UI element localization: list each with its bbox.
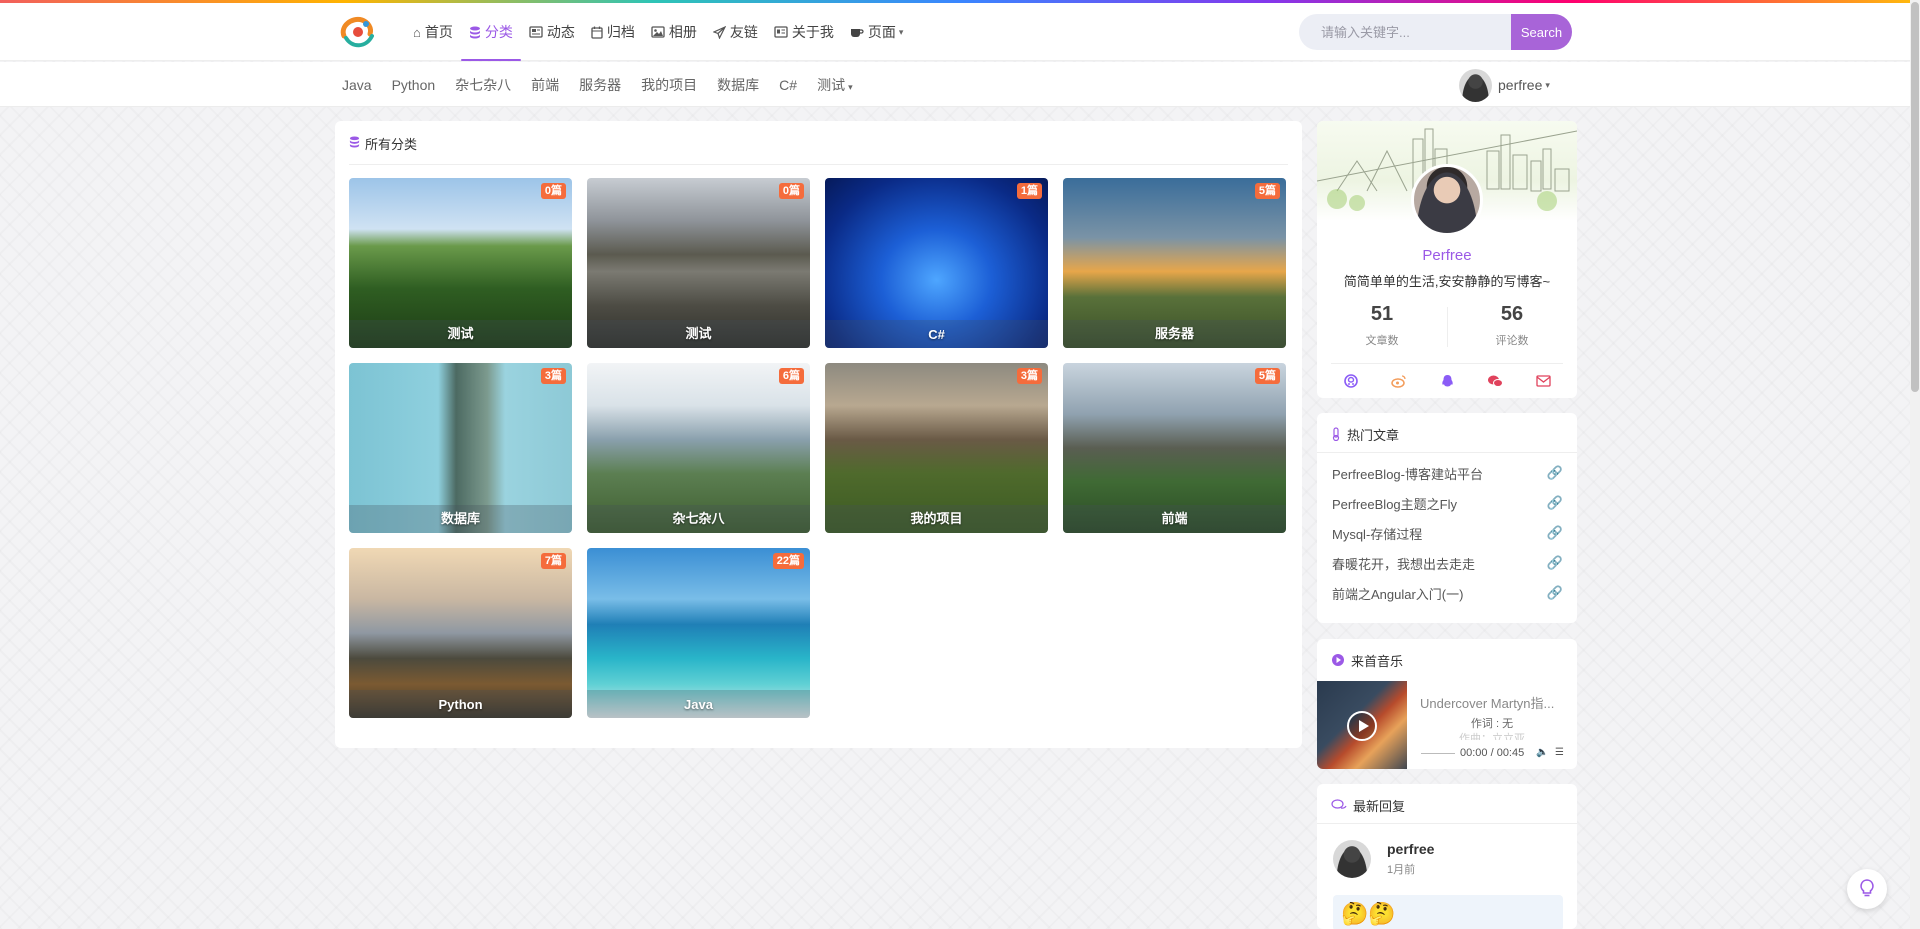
subnav-item[interactable]: Python (382, 77, 446, 93)
category-tile[interactable]: 0篇 测试 (587, 178, 810, 348)
social-links (1317, 371, 1577, 391)
nav-about[interactable]: 关于我 (766, 3, 842, 61)
chevron-down-icon: ▾ (898, 26, 904, 37)
database-icon (469, 26, 481, 39)
profile-motto: 简简单单的生活,安安静静的写博客~ (1343, 274, 1551, 289)
subnav-item[interactable]: 服务器 (569, 75, 631, 95)
subnav-item[interactable]: Java (332, 77, 382, 93)
category-subnav: Java Python 杂七杂八 前端 服务器 我的项目 数据库 C# 测试 ▾ … (0, 62, 1910, 107)
top-navbar: ⌂首页 分类 动态 归档 相册 友链 关于我 页面▾ Search (0, 3, 1910, 61)
wechat-icon[interactable] (1485, 371, 1505, 391)
subnav-item[interactable]: 数据库 (707, 75, 769, 95)
subnav-item-dropdown[interactable]: 测试 ▾ (807, 75, 863, 95)
qq-icon[interactable] (1437, 371, 1457, 391)
card-title: 所有分类 (349, 131, 417, 155)
profile-avatar[interactable] (1411, 164, 1483, 236)
nav-links[interactable]: 友链 (705, 3, 766, 61)
link-icon: 🔗 (1546, 495, 1563, 510)
play-time: 00:00 / 00:45 (1460, 747, 1525, 759)
database-icon (349, 136, 360, 151)
avatar (1459, 68, 1492, 102)
nav-album[interactable]: 相册 (643, 3, 705, 61)
tips-button[interactable] (1847, 869, 1887, 909)
id-card-icon (774, 26, 788, 38)
nav-dynamic[interactable]: 动态 (521, 3, 583, 61)
link-icon: 🔗 (1546, 525, 1563, 540)
play-button[interactable] (1347, 711, 1377, 741)
category-tile[interactable]: 5篇 前端 (1063, 363, 1286, 533)
user-menu[interactable]: perfree ▾ (1459, 68, 1550, 102)
reply-content[interactable]: 🤔🤔 (1333, 895, 1563, 929)
chevron-down-icon: ▾ (848, 81, 853, 92)
calendar-icon (591, 26, 603, 39)
category-tile[interactable]: 5篇 服务器 (1063, 178, 1286, 348)
reply-author[interactable]: perfree (1387, 841, 1434, 857)
paper-plane-icon (712, 25, 726, 39)
profile-card: Perfree 简简单单的生活,安安静静的写博客~ 51 文章数 56 评论数 (1317, 121, 1577, 398)
playlist-icon[interactable]: ☰ (1555, 747, 1564, 758)
nav-category[interactable]: 分类 (460, 3, 521, 61)
lyric-line: 作词 : 无 (1470, 718, 1514, 730)
search-box: Search (1299, 14, 1572, 50)
nav-home[interactable]: ⌂ 首页 (405, 3, 461, 61)
lightbulb-icon (1860, 878, 1874, 900)
progress-bar[interactable] (1421, 753, 1455, 754)
category-tile[interactable]: 3篇 我的项目 (825, 363, 1048, 533)
search-button[interactable]: Search (1511, 14, 1572, 50)
home-icon: ⌂ (413, 24, 421, 40)
stat-comments: 56 评论数 (1495, 303, 1529, 347)
hot-article-item[interactable]: 春暖花开，我想出去走走 🔗 (1332, 553, 1563, 573)
subnav-item[interactable]: C# (769, 77, 807, 93)
site-logo[interactable] (338, 14, 378, 50)
category-tile[interactable]: 22篇 Java (587, 548, 810, 718)
album-cover (1317, 681, 1407, 769)
lyric-line-next: 作曲：立立亚 (1459, 733, 1525, 740)
subnav-item[interactable]: 杂七杂八 (445, 75, 521, 95)
search-input[interactable] (1299, 14, 1511, 50)
play-circle-icon (1331, 653, 1345, 667)
hot-articles-card: 热门文章 PerfreeBlog-博客建站平台 🔗 PerfreeBlog主题之F… (1317, 413, 1577, 623)
link-icon: 🔗 (1546, 585, 1563, 600)
song-title: Undercover Martyn指... (1420, 696, 1555, 711)
avatar[interactable] (1333, 840, 1371, 878)
link-icon: 🔗 (1546, 465, 1563, 480)
newspaper-icon (529, 26, 543, 38)
subnav-item[interactable]: 我的项目 (631, 75, 707, 95)
thermometer-icon (1331, 427, 1341, 441)
divider (349, 164, 1288, 165)
nav-archive[interactable]: 归档 (583, 3, 643, 61)
coffee-icon (850, 26, 864, 38)
stat-articles: 51 文章数 (1365, 303, 1399, 347)
category-tile[interactable]: 7篇 Python (349, 548, 572, 718)
category-tile[interactable]: 1篇 C# (825, 178, 1048, 348)
music-card: 来首音乐 Undercover Martyn指... 作词 : 无 作曲：立立亚… (1317, 639, 1577, 769)
hot-article-item[interactable]: PerfreeBlog主题之Fly 🔗 (1332, 493, 1563, 513)
github-icon[interactable] (1341, 371, 1361, 391)
volume-icon[interactable]: 🔈 (1536, 747, 1548, 758)
hot-article-item[interactable]: PerfreeBlog-博客建站平台 🔗 (1332, 463, 1563, 483)
weibo-icon[interactable] (1389, 371, 1409, 391)
category-card: 所有分类 0篇 测试 0篇 测试 1篇 C# 5篇 服务器 3篇 数据库 6篇 … (335, 121, 1302, 748)
image-icon (651, 26, 665, 38)
subnav-item[interactable]: 前端 (521, 75, 569, 95)
hot-article-item[interactable]: 前端之Angular入门(一) 🔗 (1332, 583, 1563, 603)
email-icon[interactable] (1533, 371, 1553, 391)
scrollbar[interactable] (1910, 0, 1920, 929)
hot-article-item[interactable]: Mysql-存储过程 🔗 (1332, 523, 1563, 543)
category-tile[interactable]: 0篇 测试 (349, 178, 572, 348)
category-tile[interactable]: 3篇 数据库 (349, 363, 572, 533)
profile-name[interactable]: Perfree (1317, 247, 1577, 264)
chevron-down-icon: ▾ (1545, 79, 1550, 90)
latest-replies-card: 最新回复 perfree 1月前 🤔🤔 (1317, 784, 1577, 929)
link-icon: 🔗 (1546, 555, 1563, 570)
category-tile[interactable]: 6篇 杂七杂八 (587, 363, 810, 533)
nav-pages[interactable]: 页面 ▾ (842, 3, 912, 61)
reply-time: 1月前 (1387, 864, 1416, 876)
comments-icon (1331, 798, 1347, 812)
